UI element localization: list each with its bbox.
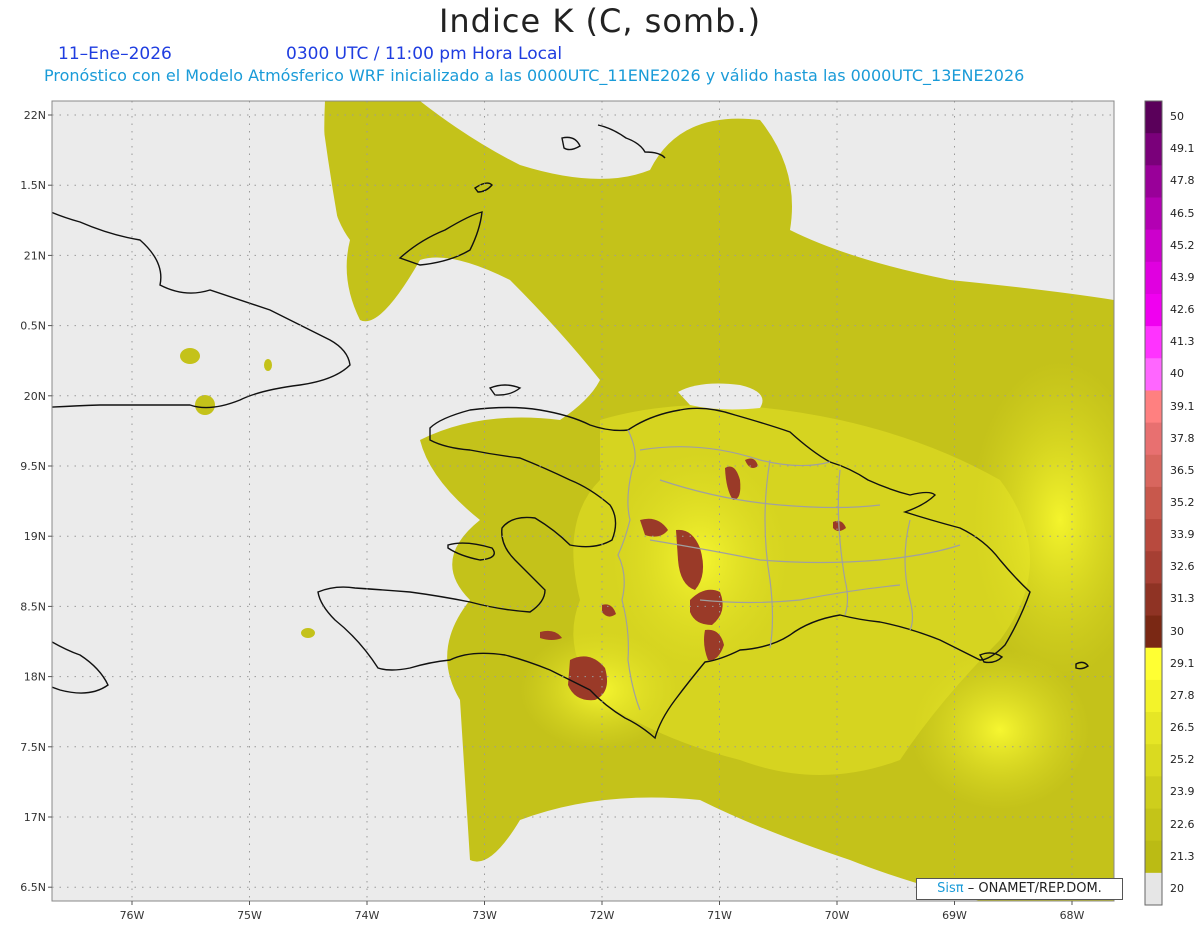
colorbar-swatch: [1145, 229, 1162, 263]
colorbar-label: 46.5: [1170, 206, 1195, 220]
colorbar-label: 37.8: [1170, 431, 1195, 445]
colorbar-swatch: [1145, 486, 1162, 520]
colorbar-swatch: [1145, 647, 1162, 681]
lat-tick-label: 7.5N: [20, 741, 46, 754]
lat-tick-label: 0.5N: [20, 320, 46, 333]
lon-tick-label: 69W: [942, 909, 967, 922]
colorbar-swatch: [1145, 840, 1162, 874]
colorbar-label: 49.1: [1170, 142, 1195, 156]
colorbar-label: 23.9: [1170, 785, 1195, 799]
colorbar-swatch: [1145, 261, 1162, 295]
colorbar-swatch: [1145, 358, 1162, 391]
colorbar-label: 40: [1170, 367, 1184, 381]
lat-tick-label: 18N: [24, 671, 46, 684]
field-hot-southeast: [910, 650, 1090, 810]
colorbar-label: 27.8: [1170, 688, 1195, 702]
colorbar-label: 43.9: [1170, 270, 1195, 284]
credit-sis: Sisπ: [937, 881, 964, 896]
colorbar-label: 30: [1170, 624, 1184, 638]
colorbar-swatch: [1145, 712, 1162, 745]
colorbar-swatch: [1145, 776, 1162, 810]
colorbar-label: 41.3: [1170, 335, 1195, 349]
colorbar-label: 45.2: [1170, 238, 1195, 252]
colorbar-swatch: [1145, 808, 1162, 842]
colorbar-swatch: [1145, 422, 1162, 456]
colorbar-label: 47.8: [1170, 174, 1195, 188]
lat-tick-label: 22N: [24, 109, 46, 122]
colorbar: [1144, 100, 1163, 906]
colorbar-label: 35.2: [1170, 496, 1195, 509]
credit-box: Sisπ – ONAMET/REP.DOM.: [916, 878, 1123, 900]
colorbar-label: 31.3: [1170, 592, 1195, 606]
colorbar-label: 32.6: [1170, 560, 1195, 574]
credit-org: – ONAMET/REP.DOM.: [967, 881, 1102, 896]
colorbar-swatch: [1145, 133, 1162, 166]
lat-tick-label: 19N: [24, 530, 46, 543]
field-cell-2: [195, 395, 215, 415]
lat-tick-label: 6.5N: [20, 881, 46, 894]
lat-tick-label: 9.5N: [20, 460, 46, 473]
colorbar-label: 25.2: [1170, 753, 1195, 767]
lon-tick-label: 71W: [707, 909, 732, 922]
colorbar-swatch: [1145, 197, 1162, 231]
lon-tick-label: 68W: [1060, 909, 1085, 922]
colorbar-label: 21.3: [1170, 849, 1195, 863]
colorbar-swatch: [1145, 390, 1162, 424]
colorbar-swatch: [1145, 293, 1162, 327]
lon-tick-label: 72W: [590, 909, 615, 922]
map-panel: 76W 75W 74W 73W 72W 71W 70W 69W 68W 22N 1.5N 21N 0.5…: [20, 100, 1163, 922]
field-hot-east: [970, 360, 1114, 680]
lon-tick-label: 73W: [472, 909, 497, 922]
lat-tick-label: 21N: [24, 249, 46, 262]
colorbar-swatch: [1145, 615, 1162, 649]
colorbar-label: 36.5: [1170, 463, 1195, 477]
field-cell-3: [301, 628, 315, 638]
colorbar-swatch: [1145, 679, 1162, 713]
lon-tick-label: 75W: [237, 909, 262, 922]
colorbar-swatch: [1145, 454, 1162, 488]
colorbar-label: 26.5: [1170, 721, 1195, 735]
field-cell-4: [264, 359, 272, 371]
colorbar-label: 33.9: [1170, 528, 1195, 542]
colorbar-swatch: [1145, 519, 1162, 552]
colorbar-label: 22.6: [1170, 817, 1195, 831]
lon-tick-label: 74W: [355, 909, 380, 922]
lon-tick-label: 70W: [825, 909, 850, 922]
field-gap-west: [52, 101, 345, 330]
lat-tick-label: 8.5N: [20, 600, 46, 613]
colorbar-swatch: [1145, 326, 1162, 359]
colorbar-swatch: [1145, 872, 1162, 906]
lat-tick-label: 20N: [24, 390, 46, 403]
lat-tick-label: 17N: [24, 811, 46, 824]
colorbar-swatch: [1145, 165, 1162, 198]
field-cell-1: [180, 348, 200, 364]
colorbar-label: 29.1: [1170, 656, 1195, 670]
colorbar-label: 20: [1170, 881, 1184, 895]
colorbar-swatch: [1145, 551, 1162, 584]
lat-tick-label: 1.5N: [20, 179, 46, 192]
colorbar-swatch: [1145, 101, 1162, 134]
colorbar-swatch: [1145, 583, 1162, 617]
lon-tick-label: 76W: [120, 909, 145, 922]
colorbar-label: 50: [1170, 110, 1184, 124]
colorbar-swatch: [1145, 744, 1162, 777]
colorbar-label: 42.6: [1170, 303, 1195, 317]
colorbar-label: 39.1: [1170, 399, 1195, 413]
